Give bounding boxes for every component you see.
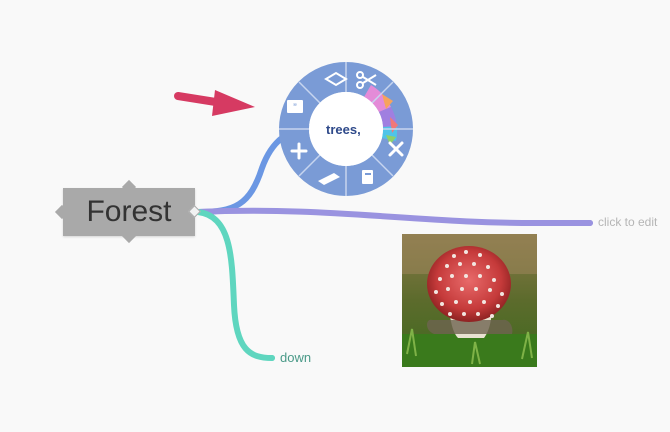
fly-agaric-mushroom-photo[interactable] bbox=[402, 234, 537, 367]
node-click-to-edit[interactable]: click to edit bbox=[598, 215, 657, 229]
node-trees-label: trees bbox=[326, 122, 358, 137]
text-cursor: , bbox=[357, 122, 361, 137]
branch-down[interactable] bbox=[195, 209, 275, 361]
branch-click-to-edit[interactable] bbox=[195, 207, 593, 227]
node-down[interactable]: down bbox=[280, 350, 311, 365]
pointer-arrow bbox=[174, 90, 255, 116]
branch-end-dot bbox=[269, 355, 275, 361]
node-trees[interactable]: trees, bbox=[326, 122, 361, 137]
branch-end-dot bbox=[587, 220, 593, 226]
svg-text:”: ” bbox=[293, 102, 297, 114]
quote-icon[interactable]: ” bbox=[287, 100, 303, 114]
paste-icon[interactable] bbox=[362, 170, 373, 184]
